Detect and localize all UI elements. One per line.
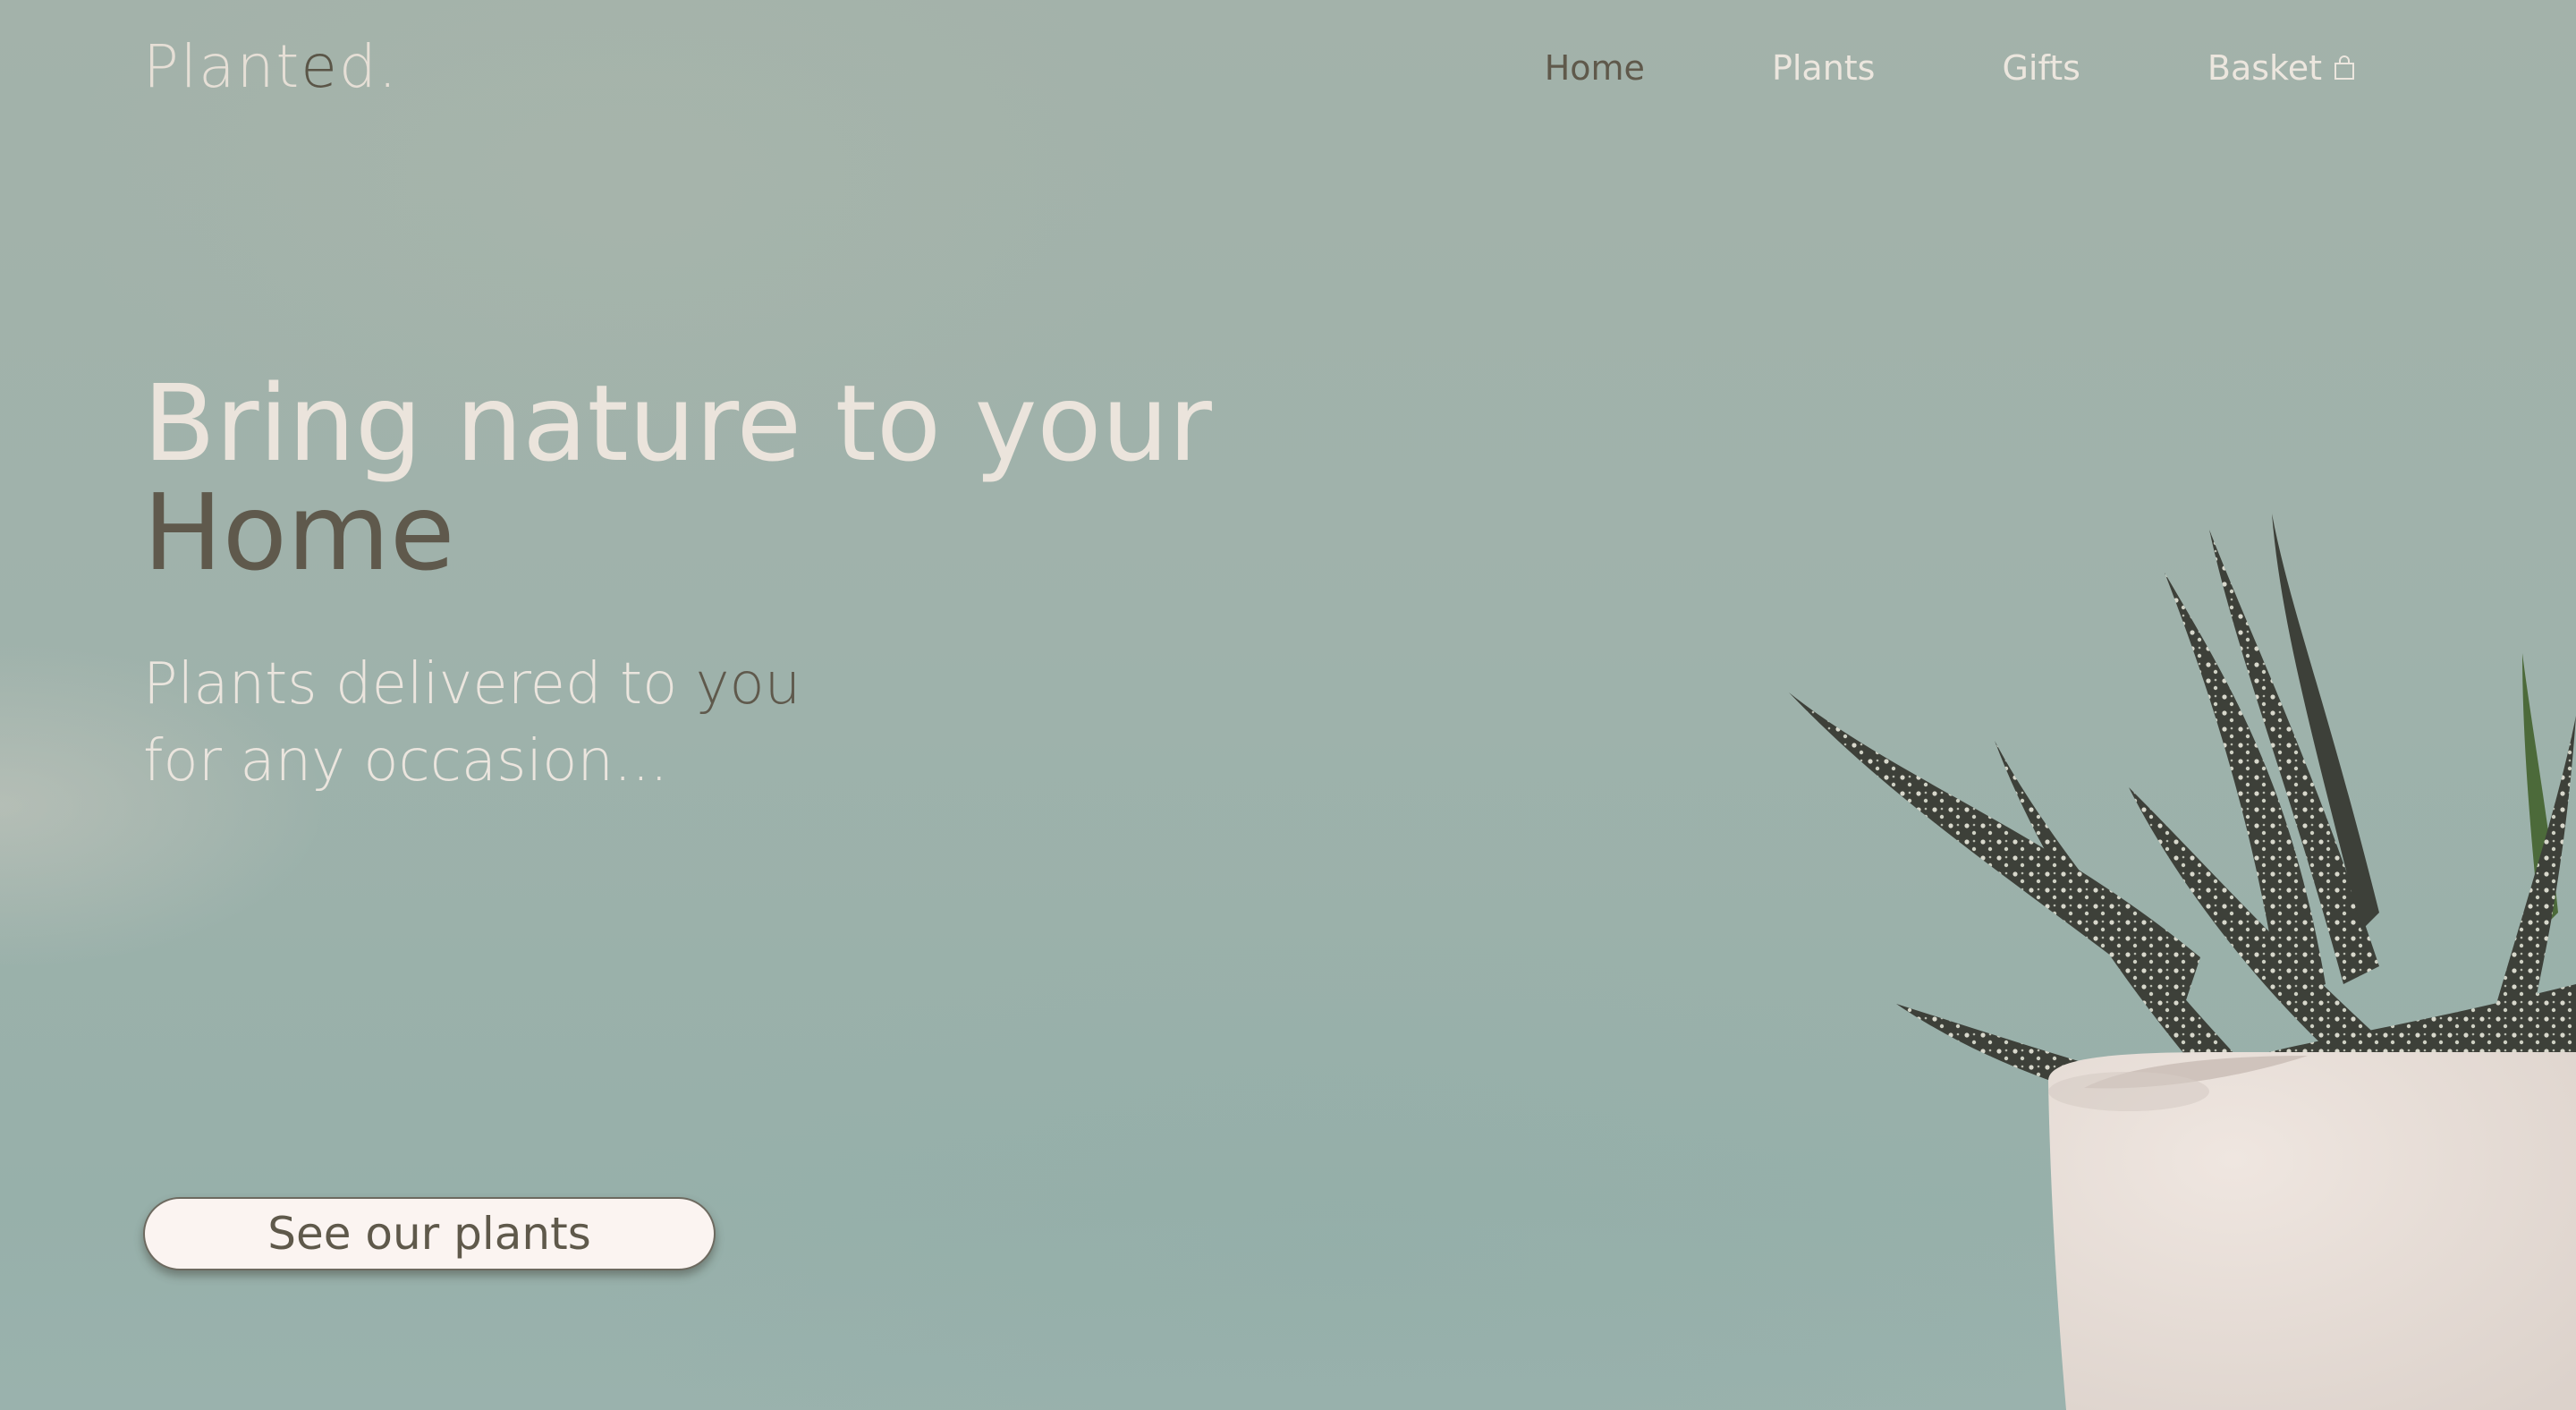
hero-subtitle: Plants delivered to you for any occasion… bbox=[143, 646, 801, 800]
hero-plant-image bbox=[1789, 514, 2576, 1410]
header: Planted. Home Plants Gifts Basket bbox=[0, 0, 2576, 143]
nav-basket[interactable]: Basket bbox=[2207, 48, 2356, 88]
nav-gifts-label: Gifts bbox=[2002, 48, 2080, 88]
logo-text-accent: e bbox=[301, 32, 339, 101]
hero-title: Bring nature to your Home bbox=[143, 369, 1212, 587]
see-our-plants-button[interactable]: See our plants bbox=[143, 1197, 716, 1270]
hero-title-line1: Bring nature to your bbox=[143, 361, 1212, 485]
logo-text-part: Plant bbox=[143, 32, 301, 101]
shopping-bag-icon bbox=[2334, 55, 2354, 80]
hero-title-line2: Home bbox=[143, 471, 455, 594]
main-nav: Home Plants Gifts Basket bbox=[1545, 48, 2356, 88]
nav-basket-label: Basket bbox=[2207, 48, 2322, 88]
nav-gifts[interactable]: Gifts bbox=[2002, 48, 2080, 88]
nav-plants-label: Plants bbox=[1771, 48, 1876, 88]
logo-text-part: d. bbox=[338, 32, 399, 101]
nav-plants[interactable]: Plants bbox=[1772, 48, 1876, 88]
hero-subtitle-line2: for any occasion... bbox=[143, 728, 668, 794]
hero-subtitle-text: Plants delivered to bbox=[143, 651, 696, 718]
nav-home[interactable]: Home bbox=[1545, 48, 1645, 88]
logo[interactable]: Planted. bbox=[143, 32, 399, 101]
nav-home-label: Home bbox=[1544, 48, 1645, 88]
hero-subtitle-accent: you bbox=[695, 651, 801, 718]
